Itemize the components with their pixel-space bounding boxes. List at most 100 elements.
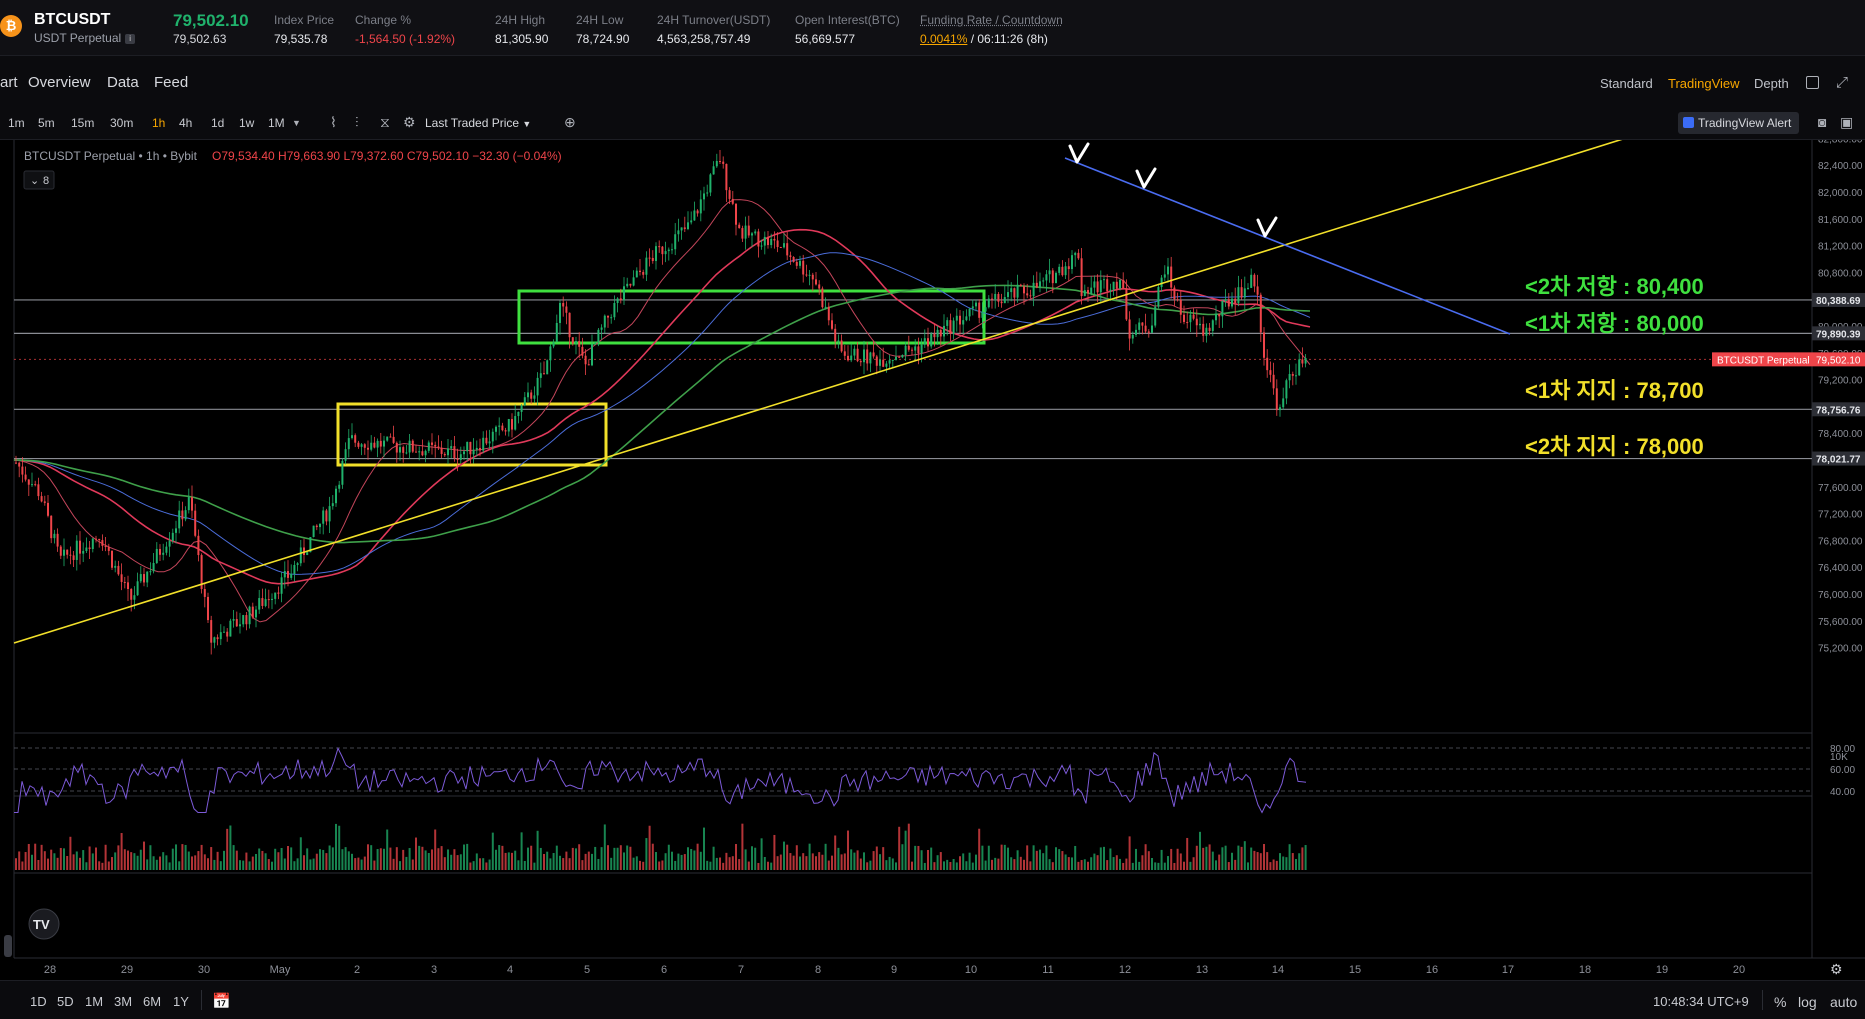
candle-body — [610, 317, 613, 319]
timeframe-30m[interactable]: 30m — [110, 116, 133, 130]
volume-bar — [245, 852, 248, 870]
range-6m[interactable]: 6M — [143, 994, 161, 1009]
volume-bar — [603, 824, 606, 870]
stat-value: 78,724.90 — [576, 32, 630, 46]
bottom-bar: 1D 5D 1M 3M 6M 1Y 📅 10:48:34 UTC+9 % log… — [0, 980, 1865, 1019]
volume-bar — [341, 849, 344, 870]
volume-bar — [655, 852, 657, 870]
timeframe-1M[interactable]: 1M — [268, 116, 285, 130]
volume-bar — [527, 847, 529, 870]
volume-bar — [523, 860, 526, 870]
trendlines — [13, 117, 1691, 644]
candle-body — [418, 451, 421, 453]
view-tradingview[interactable]: TradingView — [1668, 76, 1740, 91]
volume-bar — [1202, 847, 1205, 870]
candle-body — [1183, 314, 1185, 322]
volume-bar — [907, 823, 910, 870]
timeframe-1w[interactable]: 1w — [239, 116, 254, 130]
time-tick-label: 12 — [1119, 964, 1131, 976]
range-3m[interactable]: 3M — [114, 994, 132, 1009]
volume-bar — [607, 845, 609, 870]
candle-body — [965, 316, 968, 321]
candle-body — [719, 160, 721, 162]
tab-chart[interactable]: art — [0, 74, 18, 91]
funding-rate-value: 0.0041% — [920, 32, 968, 46]
auto-toggle[interactable]: auto — [1830, 994, 1857, 1010]
log-toggle[interactable]: log — [1798, 994, 1817, 1010]
volume-bar — [1125, 858, 1128, 870]
candle-body — [280, 577, 283, 594]
price-tick-label: 82,400.00 — [1818, 161, 1863, 172]
range-1d[interactable]: 1D — [30, 994, 47, 1009]
volume-bar — [920, 850, 923, 870]
expand-icon[interactable]: ▣ — [1840, 114, 1853, 131]
price-chart[interactable]: 10K 80.0060.0040.00 82,800.0082,400.0082… — [0, 117, 1865, 980]
range-5d[interactable]: 5D — [57, 994, 74, 1009]
candle-body — [239, 624, 241, 627]
time-axis[interactable]: 28 29 30 May 2 3 4 5 6 7 8 9 10 11 12 13 14 15 16 17 18 19 20 — [44, 964, 1745, 976]
candle-body — [959, 315, 961, 325]
candle-body — [1231, 298, 1233, 307]
stat-funding-rate[interactable]: Funding Rate / Countdown 0.0041% / 06:11:… — [920, 13, 1063, 46]
candle-body — [968, 308, 971, 317]
candle-body — [207, 596, 209, 621]
tab-overview[interactable]: Overview — [28, 74, 91, 91]
volume-bar — [933, 862, 936, 870]
candle-body — [373, 442, 376, 448]
volume-bar — [1224, 845, 1227, 870]
candle-body — [866, 349, 869, 364]
tab-feed[interactable]: Feed — [154, 74, 188, 91]
chart-type-icon[interactable]: ⫶ — [355, 114, 359, 131]
candle-body — [831, 320, 833, 329]
candle-body — [792, 256, 795, 262]
timeframe-4h[interactable]: 4h — [179, 116, 192, 130]
volume-bar — [1039, 849, 1041, 870]
pane-resize-handle[interactable] — [4, 935, 12, 957]
candle-body — [1103, 279, 1105, 281]
volume-bar — [130, 852, 133, 870]
tradingview-alert-button[interactable]: TradingView Alert — [1678, 112, 1800, 134]
price-source-select[interactable]: Last Traded Price ▼ — [425, 116, 531, 130]
timeframe-1h[interactable]: 1h — [152, 116, 165, 130]
volume-bar — [1064, 854, 1067, 870]
price-axis[interactable]: 82,800.00 82,400.00 82,000.00 81,600.00 81,2… — [1712, 134, 1865, 655]
info-icon[interactable]: i — [125, 33, 136, 44]
rsi-tick-label: 40.00 — [1830, 787, 1855, 798]
candle-body — [258, 598, 261, 610]
chevron-down-icon[interactable]: ▼ — [292, 118, 301, 128]
compare-icon[interactable]: ⧖ — [380, 114, 390, 131]
range-1y[interactable]: 1Y — [173, 994, 189, 1009]
candle-body — [504, 430, 507, 432]
volume-bar — [149, 845, 152, 870]
calendar-icon[interactable]: 📅 — [212, 992, 231, 1010]
indicator-icon[interactable]: ⌇ — [330, 114, 337, 131]
candle-body — [642, 271, 645, 275]
fullscreen-icon[interactable]: ⤢ — [1836, 74, 1848, 91]
percent-toggle[interactable]: % — [1774, 994, 1786, 1010]
candle-body — [1029, 295, 1032, 297]
level-annotation: <2차 지지 : 78,000 — [1525, 434, 1704, 459]
add-icon[interactable]: ⊕ — [564, 114, 576, 131]
candle-body — [885, 363, 888, 367]
view-depth[interactable]: Depth — [1754, 76, 1789, 91]
candle-body — [629, 283, 632, 286]
range-1m[interactable]: 1M — [85, 994, 103, 1009]
volume-bar — [1106, 860, 1109, 870]
volume-bar — [1173, 862, 1176, 870]
timeframe-15m[interactable]: 15m — [71, 116, 94, 130]
timeframe-1d[interactable]: 1d — [211, 116, 224, 130]
settings-icon[interactable]: ⚙ — [403, 114, 416, 131]
candle-body — [805, 274, 808, 276]
timeframe-5m[interactable]: 5m — [38, 116, 55, 130]
camera-icon[interactable]: ◙ — [1818, 114, 1826, 130]
timeframe-1m[interactable]: 1m — [8, 116, 25, 130]
volume-bar — [296, 858, 299, 870]
volume-bar — [1170, 848, 1173, 870]
candle-body — [139, 574, 142, 582]
chart-area[interactable]: 10K 80.0060.0040.00 82,800.0082,400.0082… — [0, 117, 1865, 980]
gear-icon[interactable]: ⚙ — [1830, 961, 1843, 977]
symbol-name[interactable]: BTCUSDT — [34, 11, 110, 29]
view-standard[interactable]: Standard — [1600, 76, 1653, 91]
tab-data[interactable]: Data — [107, 74, 139, 91]
window-icon[interactable] — [1806, 76, 1819, 89]
